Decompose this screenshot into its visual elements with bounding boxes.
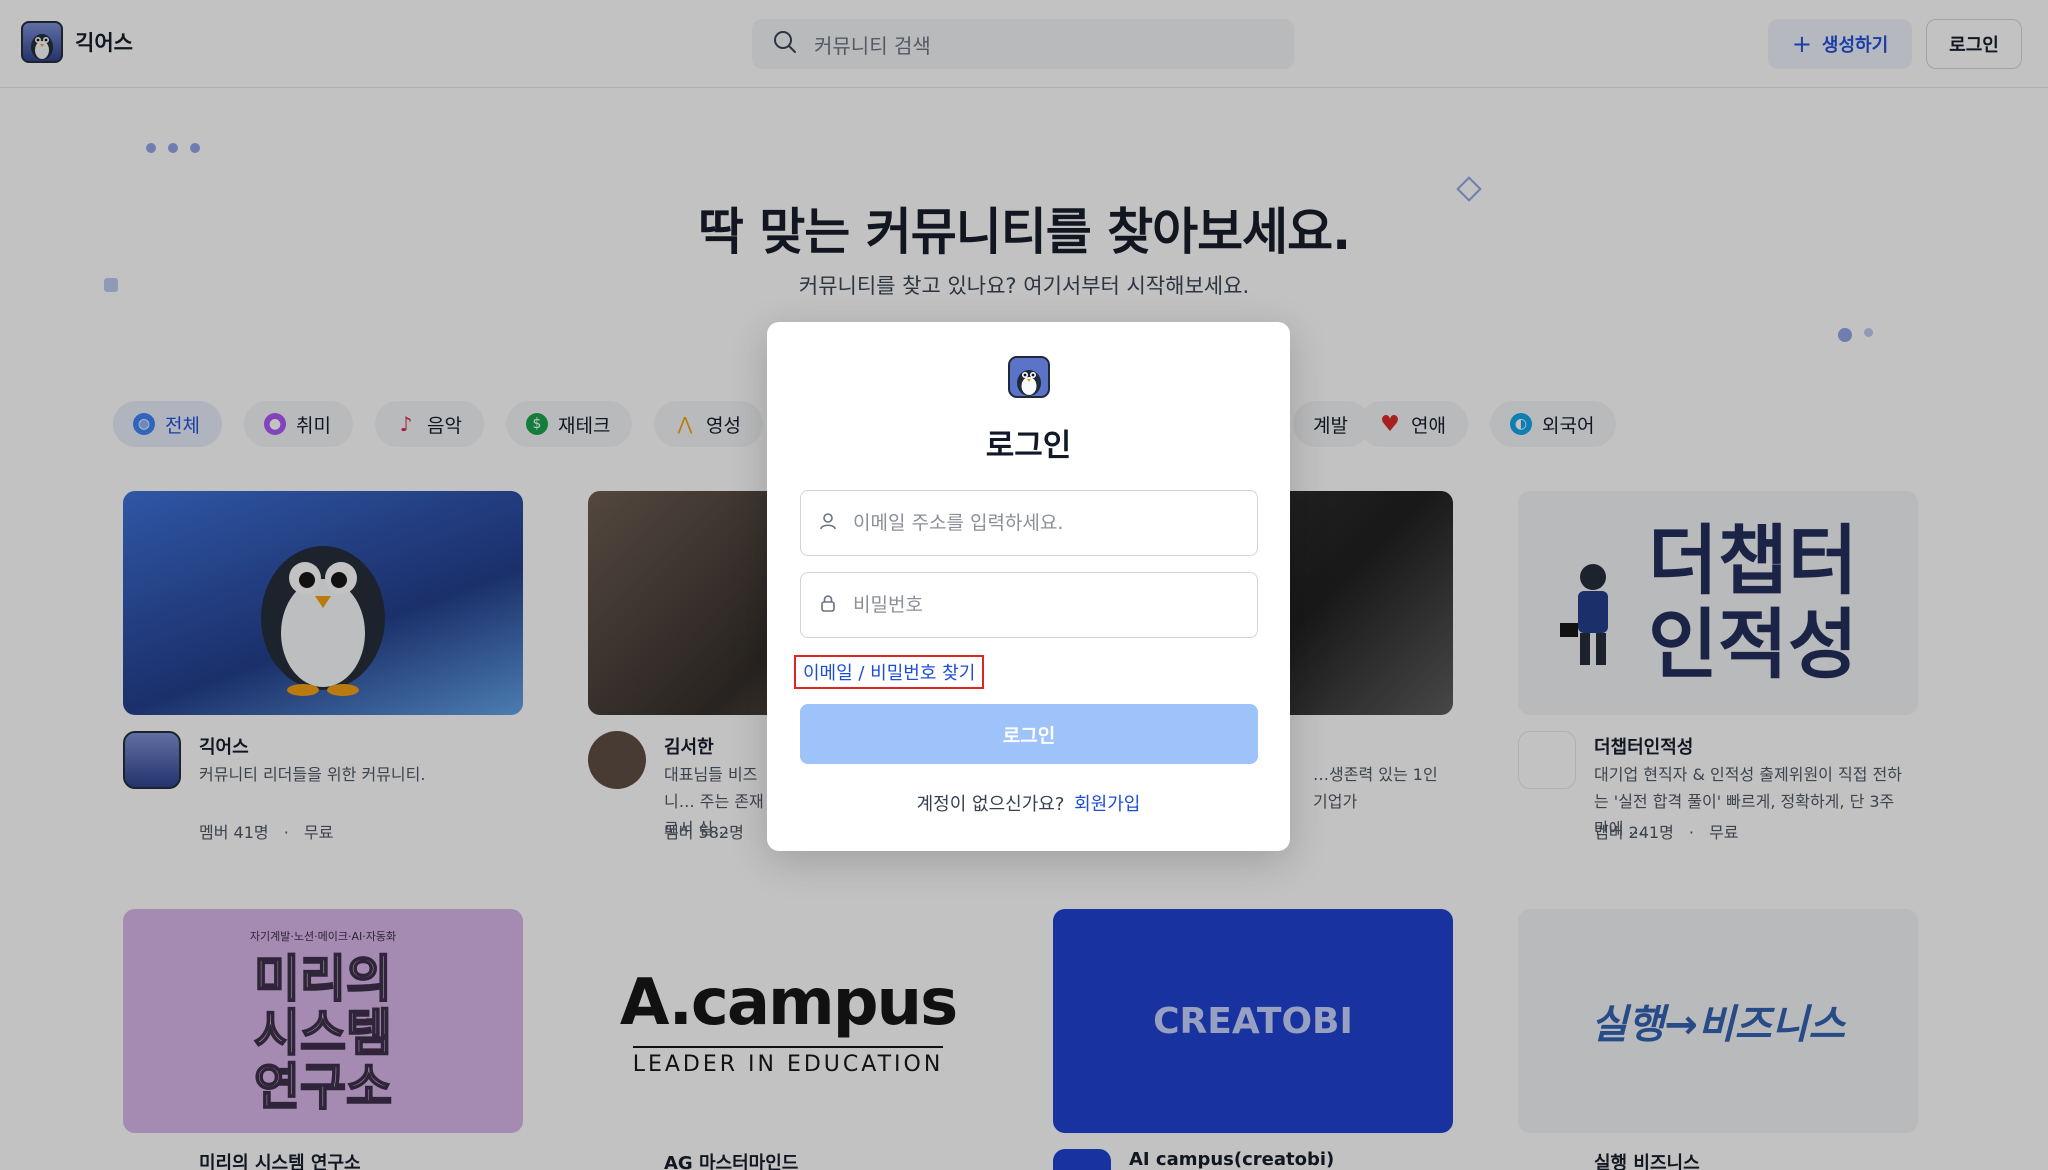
password-field[interactable] (800, 572, 1258, 638)
lock-icon (819, 594, 837, 616)
signup-link[interactable]: 회원가입 (1074, 794, 1140, 815)
login-submit-button[interactable]: 로그인 (800, 704, 1258, 764)
modal-title: 로그인 (985, 428, 1072, 464)
email-field[interactable] (800, 490, 1258, 556)
find-account-link[interactable]: 이메일 / 비밀번호 찾기 (794, 655, 985, 689)
user-icon (819, 512, 837, 534)
penguin-logo-icon (1008, 356, 1050, 398)
password-input[interactable] (853, 594, 1233, 616)
signup-row: 계정이 없으신가요? 회원가입 (767, 790, 1290, 816)
email-input[interactable] (853, 512, 1233, 534)
login-modal: 로그인 이메일 / 비밀번호 찾기 로그인 계정이 없으신가요? 회원가입 (767, 322, 1290, 851)
signup-prompt: 계정이 없으신가요? (916, 794, 1065, 815)
